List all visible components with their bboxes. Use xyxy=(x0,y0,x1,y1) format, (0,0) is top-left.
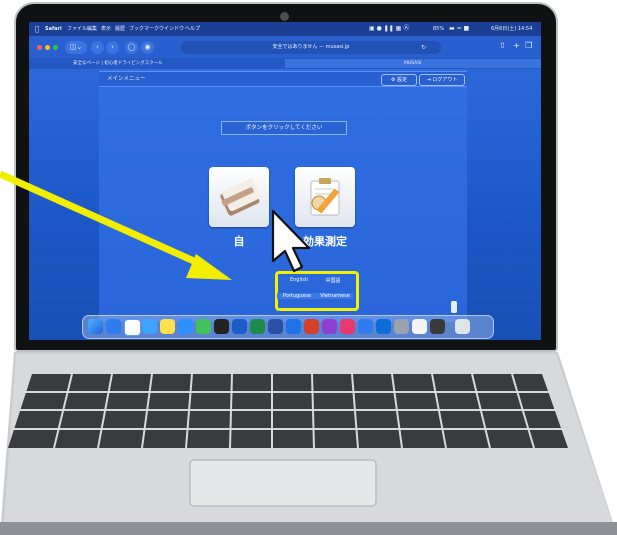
zoom-window-button[interactable] xyxy=(53,45,58,50)
menu-item-file[interactable]: ファイル xyxy=(67,22,87,36)
safari-icon[interactable] xyxy=(124,319,141,336)
shield-icon[interactable]: ◯ xyxy=(125,41,138,54)
forward-icon[interactable]: › xyxy=(106,41,119,54)
dock-app-icon-a[interactable] xyxy=(214,319,229,334)
dock-app-icon-d[interactable] xyxy=(358,319,373,334)
trash-icon[interactable] xyxy=(455,319,470,334)
menu-item-window[interactable]: ウインドウ xyxy=(159,22,184,36)
url-text[interactable]: 安全ではありません — musasi.jp xyxy=(273,44,350,50)
tab-musasi[interactable]: MUSASI xyxy=(404,58,421,69)
instruction-banner: ボタンをクリックしてください xyxy=(221,121,347,135)
back-icon[interactable]: ‹ xyxy=(91,41,104,54)
settings-label: 設定 xyxy=(397,77,408,83)
zoom-icon[interactable] xyxy=(286,319,301,334)
line-icon[interactable] xyxy=(196,319,211,334)
tab-driving-school[interactable]: 安全なページ | 初心者ドライビングスクール xyxy=(73,58,163,69)
finder-icon[interactable] xyxy=(88,319,103,334)
menu-item-edit[interactable]: 編集 xyxy=(87,22,97,36)
menu-item-bookmarks[interactable]: ブックマーク xyxy=(129,22,159,36)
dock-app-icon-e[interactable] xyxy=(376,319,391,334)
word-icon[interactable] xyxy=(232,319,247,334)
new-tab-icon[interactable]: + xyxy=(513,41,520,50)
powerpoint-icon[interactable] xyxy=(304,319,319,334)
settings-app-icon[interactable] xyxy=(394,319,409,334)
outlook-icon[interactable] xyxy=(268,319,283,334)
camera-icon xyxy=(280,12,289,21)
tab-bar: 安全なページ | 初心者ドライビングスクール MUSASI xyxy=(29,58,541,69)
wifi-icon[interactable]: ▬ ≈ ■ xyxy=(449,22,469,36)
settings-button[interactable]: ⚙ 設定 xyxy=(381,74,417,86)
privacy-icon[interactable]: ◉ xyxy=(141,41,154,54)
menu-item-safari[interactable]: Safari xyxy=(45,22,62,36)
minimize-window-button[interactable] xyxy=(45,45,50,50)
dock xyxy=(82,315,494,339)
lang-chinese-button[interactable]: 中国語 xyxy=(317,277,349,284)
dock-app-icon-b[interactable] xyxy=(322,319,337,334)
reload-icon[interactable]: ↻ xyxy=(421,44,426,51)
instruction-text: ボタンをクリックしてください xyxy=(245,125,323,131)
tabs-icon[interactable]: ❐ xyxy=(525,41,532,50)
battery-text: 85% xyxy=(433,26,445,32)
launchpad-icon[interactable] xyxy=(106,319,121,334)
close-window-button[interactable] xyxy=(37,45,42,50)
gear-icon: ⚙ xyxy=(390,77,396,83)
sidebar-icon[interactable]: ◫⌄ xyxy=(65,41,87,54)
excel-icon[interactable] xyxy=(250,319,265,334)
logout-button[interactable]: ⇥ ログアウト xyxy=(419,74,465,86)
address-bar[interactable]: 安全ではありません — musasi.jp xyxy=(181,41,441,54)
clock[interactable]: 6月6日(土) 14:54 xyxy=(491,22,532,36)
dock-app-icon-f[interactable] xyxy=(430,319,445,334)
lang-portuguese-button[interactable]: Portuguese xyxy=(277,293,317,299)
menubar:  Safari ファイル 編集 表示 履歴 ブックマーク ウインドウ ヘルプ … xyxy=(29,22,541,36)
fire-extinguisher-icon xyxy=(451,301,457,313)
dock-app-icon-c[interactable] xyxy=(340,319,355,334)
menu-item-history[interactable]: 履歴 xyxy=(115,22,125,36)
logout-icon: ⇥ xyxy=(426,77,431,83)
mail-icon[interactable] xyxy=(178,319,193,334)
logout-label: ログアウト xyxy=(432,77,458,83)
menu-item-view[interactable]: 表示 xyxy=(101,22,111,36)
menu-item-help[interactable]: ヘルプ xyxy=(185,22,200,36)
yellow-arrow-icon xyxy=(0,170,232,280)
cursor-arrow-icon xyxy=(271,209,311,273)
browser-toolbar: ◫⌄ ‹ › ◯ ◉ 安全ではありません — musasi.jp ↻ ⇧ + ❐ xyxy=(29,36,541,58)
laptop-base xyxy=(0,352,617,535)
appstore-icon[interactable] xyxy=(142,319,157,334)
page-header: メインメニュー ⚙ 設定 ⇥ ログアウト xyxy=(99,71,467,87)
lang-vietnamese-button[interactable]: Vietnamese xyxy=(317,293,353,299)
page-title: メインメニュー xyxy=(107,76,146,82)
share-icon[interactable]: ⇧ xyxy=(499,41,506,50)
apple-icon[interactable]:  xyxy=(35,22,39,36)
trackpad xyxy=(189,459,377,507)
preview-icon[interactable] xyxy=(412,319,427,334)
status-icons[interactable]: ▣ ● ❚❚ ▦ Ⓐ xyxy=(369,22,409,36)
notes-icon[interactable] xyxy=(160,319,175,334)
